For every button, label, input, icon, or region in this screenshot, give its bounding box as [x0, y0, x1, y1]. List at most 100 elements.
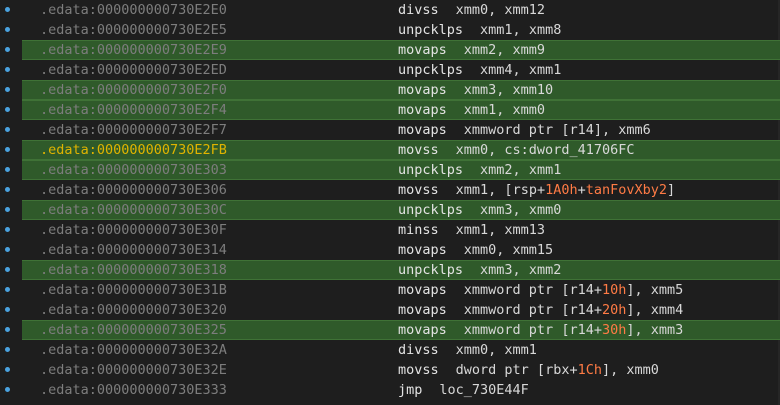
operand-token[interactable]: r14	[569, 122, 593, 138]
instruction-address[interactable]: .edata:000000000730E30C	[40, 200, 227, 220]
instruction-operands[interactable]: xmm3, xmm0	[480, 200, 561, 220]
row-gutter[interactable]	[0, 140, 22, 160]
instruction-address[interactable]: .edata:000000000730E32A	[40, 340, 227, 360]
instruction-address[interactable]: .edata:000000000730E2FB	[40, 140, 227, 160]
row-gutter[interactable]	[0, 200, 22, 220]
disasm-row[interactable]: .edata:000000000730E30F minss xmm1, xmm13	[0, 220, 780, 240]
breakpoint-dot-icon[interactable]	[5, 367, 10, 372]
instruction-address[interactable]: .edata:000000000730E325	[40, 320, 227, 340]
disasm-row[interactable]: .edata:000000000730E325 movaps xmmword ptr…	[0, 320, 780, 340]
operand-token[interactable]: xmm1	[456, 222, 489, 238]
row-gutter[interactable]	[0, 240, 22, 260]
row-gutter[interactable]	[0, 40, 22, 60]
instruction-operands[interactable]: xmm0, cs:dword_41706FC	[456, 140, 635, 160]
instruction-operands[interactable]: xmm2, xmm9	[464, 40, 545, 60]
instruction-mnemonic[interactable]: unpcklps	[398, 60, 463, 80]
operand-token[interactable]: xmm3	[480, 202, 513, 218]
operand-token[interactable]: r14	[569, 282, 593, 298]
disasm-row[interactable]: .edata:000000000730E32E movss dword ptr [r…	[0, 360, 780, 380]
row-gutter[interactable]	[0, 260, 22, 280]
instruction-address[interactable]: .edata:000000000730E318	[40, 260, 227, 280]
operand-token[interactable]: xmm1	[529, 62, 562, 78]
instruction-operands[interactable]: xmm1, [rsp+1A0h+tanFovXby2]	[456, 180, 676, 200]
instruction-address[interactable]: .edata:000000000730E2F7	[40, 120, 227, 140]
operand-token[interactable]: xmm1	[480, 22, 513, 38]
breakpoint-dot-icon[interactable]	[5, 7, 10, 12]
breakpoint-dot-icon[interactable]	[5, 227, 10, 232]
instruction-operands[interactable]: xmm1, xmm13	[456, 220, 545, 240]
operand-immediate[interactable]: 10h	[602, 282, 626, 298]
instruction-operands[interactable]: xmm0, xmm12	[456, 0, 545, 20]
operand-token[interactable]: xmm12	[504, 2, 545, 18]
instruction-operands[interactable]: loc_730E44F	[439, 380, 528, 400]
instruction-operands[interactable]: xmmword ptr [r14], xmm6	[464, 120, 651, 140]
breakpoint-dot-icon[interactable]	[5, 207, 10, 212]
operand-immediate[interactable]: 20h	[602, 302, 626, 318]
instruction-mnemonic[interactable]: divss	[398, 0, 439, 20]
instruction-address[interactable]: .edata:000000000730E2E5	[40, 20, 227, 40]
operand-token[interactable]: xmm0	[464, 242, 497, 258]
instruction-mnemonic[interactable]: unpcklps	[398, 20, 463, 40]
instruction-mnemonic[interactable]: jmp	[398, 380, 422, 400]
row-gutter[interactable]	[0, 160, 22, 180]
operand-token[interactable]: xmmword ptr	[464, 282, 562, 298]
operand-token[interactable]: xmm10	[513, 82, 554, 98]
row-gutter[interactable]	[0, 280, 22, 300]
disasm-row[interactable]: .edata:000000000730E31B movaps xmmword ptr…	[0, 280, 780, 300]
operand-token[interactable]: xmm4	[480, 62, 513, 78]
instruction-mnemonic[interactable]: minss	[398, 220, 439, 240]
operand-immediate[interactable]: 30h	[602, 322, 626, 338]
operand-token[interactable]: xmm2	[480, 162, 513, 178]
instruction-operands[interactable]: xmm1, xmm8	[480, 20, 561, 40]
row-gutter[interactable]	[0, 220, 22, 240]
instruction-mnemonic[interactable]: movss	[398, 140, 439, 160]
operand-token[interactable]: xmm13	[504, 222, 545, 238]
row-gutter[interactable]	[0, 0, 22, 20]
disasm-row[interactable]: .edata:000000000730E314 movaps xmm0, xmm15	[0, 240, 780, 260]
breakpoint-dot-icon[interactable]	[5, 247, 10, 252]
operand-token[interactable]: xmm0	[513, 102, 546, 118]
operand-token[interactable]: xmm0	[456, 2, 489, 18]
instruction-mnemonic[interactable]: movaps	[398, 320, 447, 340]
operand-token[interactable]: xmm0	[456, 142, 489, 158]
breakpoint-dot-icon[interactable]	[5, 27, 10, 32]
operand-token[interactable]: dword ptr	[456, 362, 537, 378]
operand-token[interactable]: xmm8	[529, 22, 562, 38]
row-gutter[interactable]	[0, 120, 22, 140]
instruction-mnemonic[interactable]: movss	[398, 360, 439, 380]
row-gutter[interactable]	[0, 320, 22, 340]
instruction-mnemonic[interactable]: movaps	[398, 40, 447, 60]
operand-token[interactable]: xmm3	[651, 322, 684, 338]
breakpoint-dot-icon[interactable]	[5, 107, 10, 112]
breakpoint-dot-icon[interactable]	[5, 267, 10, 272]
instruction-mnemonic[interactable]: movaps	[398, 80, 447, 100]
operand-token[interactable]: rbx	[545, 362, 569, 378]
row-gutter[interactable]	[0, 300, 22, 320]
operand-token[interactable]: xmm1	[504, 342, 537, 358]
operand-token[interactable]: xmm5	[651, 282, 684, 298]
instruction-operands[interactable]: xmm1, xmm0	[464, 100, 545, 120]
operand-token[interactable]: xmm3	[480, 262, 513, 278]
disasm-row[interactable]: .edata:000000000730E318 unpcklps xmm3, xmm…	[0, 260, 780, 280]
instruction-operands[interactable]: dword ptr [rbx+1Ch], xmm0	[456, 360, 659, 380]
row-gutter[interactable]	[0, 100, 22, 120]
row-gutter[interactable]	[0, 180, 22, 200]
instruction-operands[interactable]: xmmword ptr [r14+30h], xmm3	[464, 320, 684, 340]
instruction-mnemonic[interactable]: movaps	[398, 300, 447, 320]
operand-token[interactable]: xmm6	[618, 122, 651, 138]
disasm-row[interactable]: .edata:000000000730E2F0 movaps xmm3, xmm10	[0, 80, 780, 100]
operand-symbol[interactable]: tanFovXby2	[586, 182, 667, 198]
disasm-row[interactable]: .edata:000000000730E2E5 unpcklps xmm1, xmm…	[0, 20, 780, 40]
operand-token[interactable]: cs:dword_41706FC	[504, 142, 634, 158]
row-gutter[interactable]	[0, 20, 22, 40]
breakpoint-dot-icon[interactable]	[5, 87, 10, 92]
disasm-row[interactable]: .edata:000000000730E303 unpcklps xmm2, xmm…	[0, 160, 780, 180]
row-gutter[interactable]	[0, 380, 22, 400]
breakpoint-dot-icon[interactable]	[5, 347, 10, 352]
instruction-operands[interactable]: xmm4, xmm1	[480, 60, 561, 80]
breakpoint-dot-icon[interactable]	[5, 47, 10, 52]
instruction-address[interactable]: .edata:000000000730E30F	[40, 220, 227, 240]
instruction-operands[interactable]: xmm2, xmm1	[480, 160, 561, 180]
operand-token[interactable]: xmm2	[529, 262, 562, 278]
instruction-operands[interactable]: xmm3, xmm10	[464, 80, 553, 100]
